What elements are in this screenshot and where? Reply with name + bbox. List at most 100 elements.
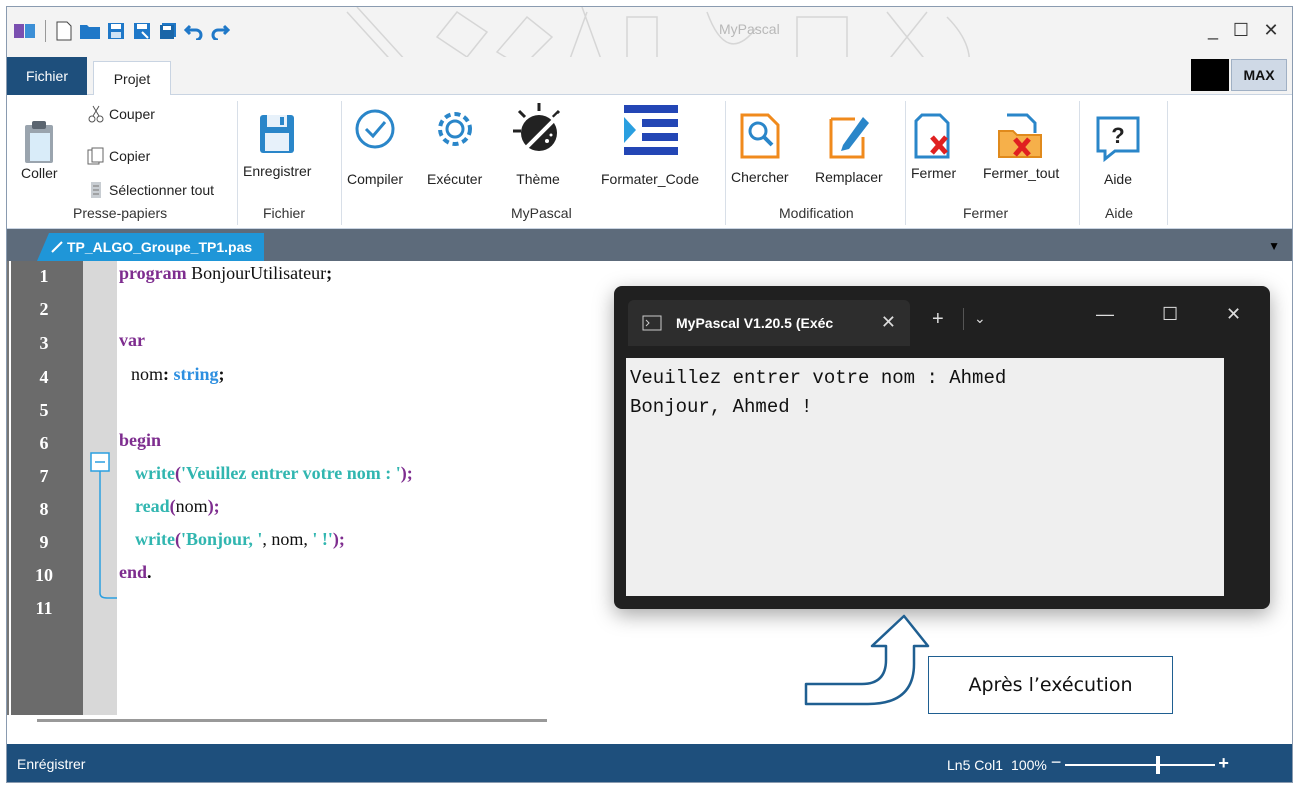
menu-tab-row: Fichier Projet MAX — [7, 57, 1292, 96]
quick-access-toolbar — [13, 19, 234, 43]
zoom-slider[interactable]: − + — [1051, 752, 1229, 774]
open-folder-icon[interactable] — [78, 19, 102, 43]
undo-icon[interactable] — [182, 19, 206, 43]
ribbon-separator — [341, 101, 342, 225]
ribbon-separator — [1167, 101, 1168, 225]
copy-button[interactable]: Copier — [87, 147, 150, 165]
terminal-line: Veuillez entrer votre nom : Ahmed — [630, 367, 1007, 389]
max-button[interactable]: MAX — [1231, 59, 1287, 91]
app-screenshot: MyPascal _ ☐ ✕ Fichier Projet MAX Coller… — [0, 0, 1299, 789]
callout-label: Après l’exécution — [928, 656, 1173, 714]
line-number: 8 — [39, 499, 49, 519]
close-file-button[interactable]: Fermer — [911, 113, 956, 181]
maximize-icon[interactable]: ☐ — [1162, 304, 1178, 325]
curved-arrow-icon — [804, 614, 930, 706]
code-line-4: nom: string; — [131, 364, 225, 384]
check-circle-icon — [355, 109, 395, 149]
horizontal-scrollbar[interactable] — [37, 719, 547, 722]
line-number: 5 — [39, 400, 49, 420]
minimize-icon[interactable]: _ — [1199, 17, 1227, 43]
tab-fichier[interactable]: Fichier — [7, 57, 87, 95]
app-logo-icon — [13, 19, 37, 43]
select-all-button[interactable]: Sélectionner tout — [87, 181, 214, 199]
maximize-icon[interactable]: ☐ — [1227, 17, 1255, 43]
ribbon-separator — [1079, 101, 1080, 225]
document-tab-bar: TP_ALGO_Groupe_TP1.pas ▼ — [7, 229, 1292, 261]
cursor-position: Ln5 Col1 — [947, 757, 1004, 773]
svg-text:?: ? — [1111, 123, 1124, 148]
fold-marker-icon[interactable] — [83, 261, 117, 715]
code-line-9: write('Bonjour, ', nom, ' !'); — [135, 529, 345, 549]
code-line-6: begin — [119, 430, 162, 450]
terminal-line: Bonjour, Ahmed ! — [630, 396, 813, 418]
tab-projet[interactable]: Projet — [93, 61, 171, 96]
edit-pen-icon — [829, 117, 869, 159]
status-right: Ln5 Col1 100% − + — [947, 752, 1229, 774]
help-button[interactable]: ? Aide — [1093, 113, 1143, 187]
code-line-1: program BonjourUtilisateur; — [119, 263, 333, 283]
document-tab[interactable]: TP_ALGO_Groupe_TP1.pas — [37, 233, 265, 261]
ribbon-separator — [725, 101, 726, 225]
save-button[interactable]: Enregistrer — [243, 113, 311, 179]
code-line-10: end. — [119, 562, 152, 582]
code-line-8: read(nom); — [135, 496, 220, 516]
chevron-down-icon[interactable]: ▼ — [1268, 239, 1280, 253]
new-tab-icon[interactable]: + — [932, 308, 944, 331]
copy-icon — [87, 147, 104, 165]
ribbon-separator — [237, 101, 238, 225]
run-button[interactable]: Exécuter — [427, 107, 482, 187]
terminal-output[interactable]: Veuillez entrer votre nom : Ahmed Bonjou… — [626, 358, 1224, 596]
replace-button[interactable]: Remplacer — [815, 109, 883, 185]
close-icon[interactable]: ✕ — [1257, 17, 1285, 43]
group-label-modification: Modification — [779, 205, 854, 221]
line-number: 10 — [35, 565, 53, 585]
redo-icon[interactable] — [208, 19, 232, 43]
close-all-folder-icon — [998, 113, 1043, 158]
group-label-clipboard: Presse-papiers — [73, 205, 168, 221]
status-message: Enrégistrer — [17, 756, 86, 772]
close-all-button[interactable]: Fermer_tout — [983, 113, 1059, 181]
line-number: 9 — [39, 532, 49, 552]
gear-icon — [437, 112, 472, 146]
separator — [963, 308, 964, 330]
zoom-slider-thumb[interactable] — [1155, 756, 1160, 774]
zoom-out-icon[interactable]: − — [1051, 752, 1062, 773]
code-line-3: var — [119, 330, 145, 350]
new-file-icon[interactable] — [52, 19, 76, 43]
line-number: 1 — [39, 266, 49, 286]
format-code-button[interactable]: Formater_Code — [601, 103, 699, 187]
terminal-tab[interactable]: MyPascal V1.20.5 (Exéc ✕ — [628, 300, 910, 346]
minimize-icon[interactable]: — — [1096, 304, 1114, 325]
select-all-icon — [91, 182, 101, 198]
save-as-icon[interactable] — [130, 19, 154, 43]
format-code-icon — [624, 105, 679, 155]
close-document-icon — [914, 113, 950, 159]
terminal-icon — [642, 315, 662, 331]
close-icon[interactable]: ✕ — [1226, 304, 1241, 325]
terminal-window: MyPascal V1.20.5 (Exéc ✕ + ⌄ — ☐ ✕ Veuil… — [614, 286, 1270, 609]
line-number: 2 — [39, 299, 49, 319]
close-tab-icon[interactable]: ✕ — [881, 312, 896, 333]
group-label-close: Fermer — [963, 205, 1009, 221]
theme-button[interactable]: Thème — [509, 101, 567, 187]
theme-moon-icon — [513, 103, 561, 153]
save-all-icon[interactable] — [156, 19, 180, 43]
status-bar: Enrégistrer Ln5 Col1 100% − + — [7, 744, 1292, 782]
zoom-in-icon[interactable]: + — [1218, 753, 1229, 774]
title-bar: MyPascal _ ☐ ✕ — [7, 7, 1292, 78]
paste-button[interactable]: Coller — [21, 119, 58, 181]
separator — [45, 20, 46, 42]
chevron-down-icon[interactable]: ⌄ — [974, 310, 986, 327]
group-label-help: Aide — [1105, 205, 1134, 221]
save-icon[interactable] — [104, 19, 128, 43]
line-number: 6 — [39, 433, 49, 453]
cut-button[interactable]: Couper — [87, 105, 155, 123]
line-number: 11 — [35, 598, 53, 618]
zoom-track-line — [1064, 764, 1215, 766]
compile-button[interactable]: Compiler — [347, 107, 403, 187]
help-question-icon: ? — [1096, 116, 1140, 163]
pencil-icon — [51, 241, 63, 253]
code-line-7: write('Veuillez entrer votre nom : '); — [135, 463, 413, 483]
group-label-mypascal: MyPascal — [511, 205, 572, 221]
search-button[interactable]: Chercher — [731, 109, 789, 185]
